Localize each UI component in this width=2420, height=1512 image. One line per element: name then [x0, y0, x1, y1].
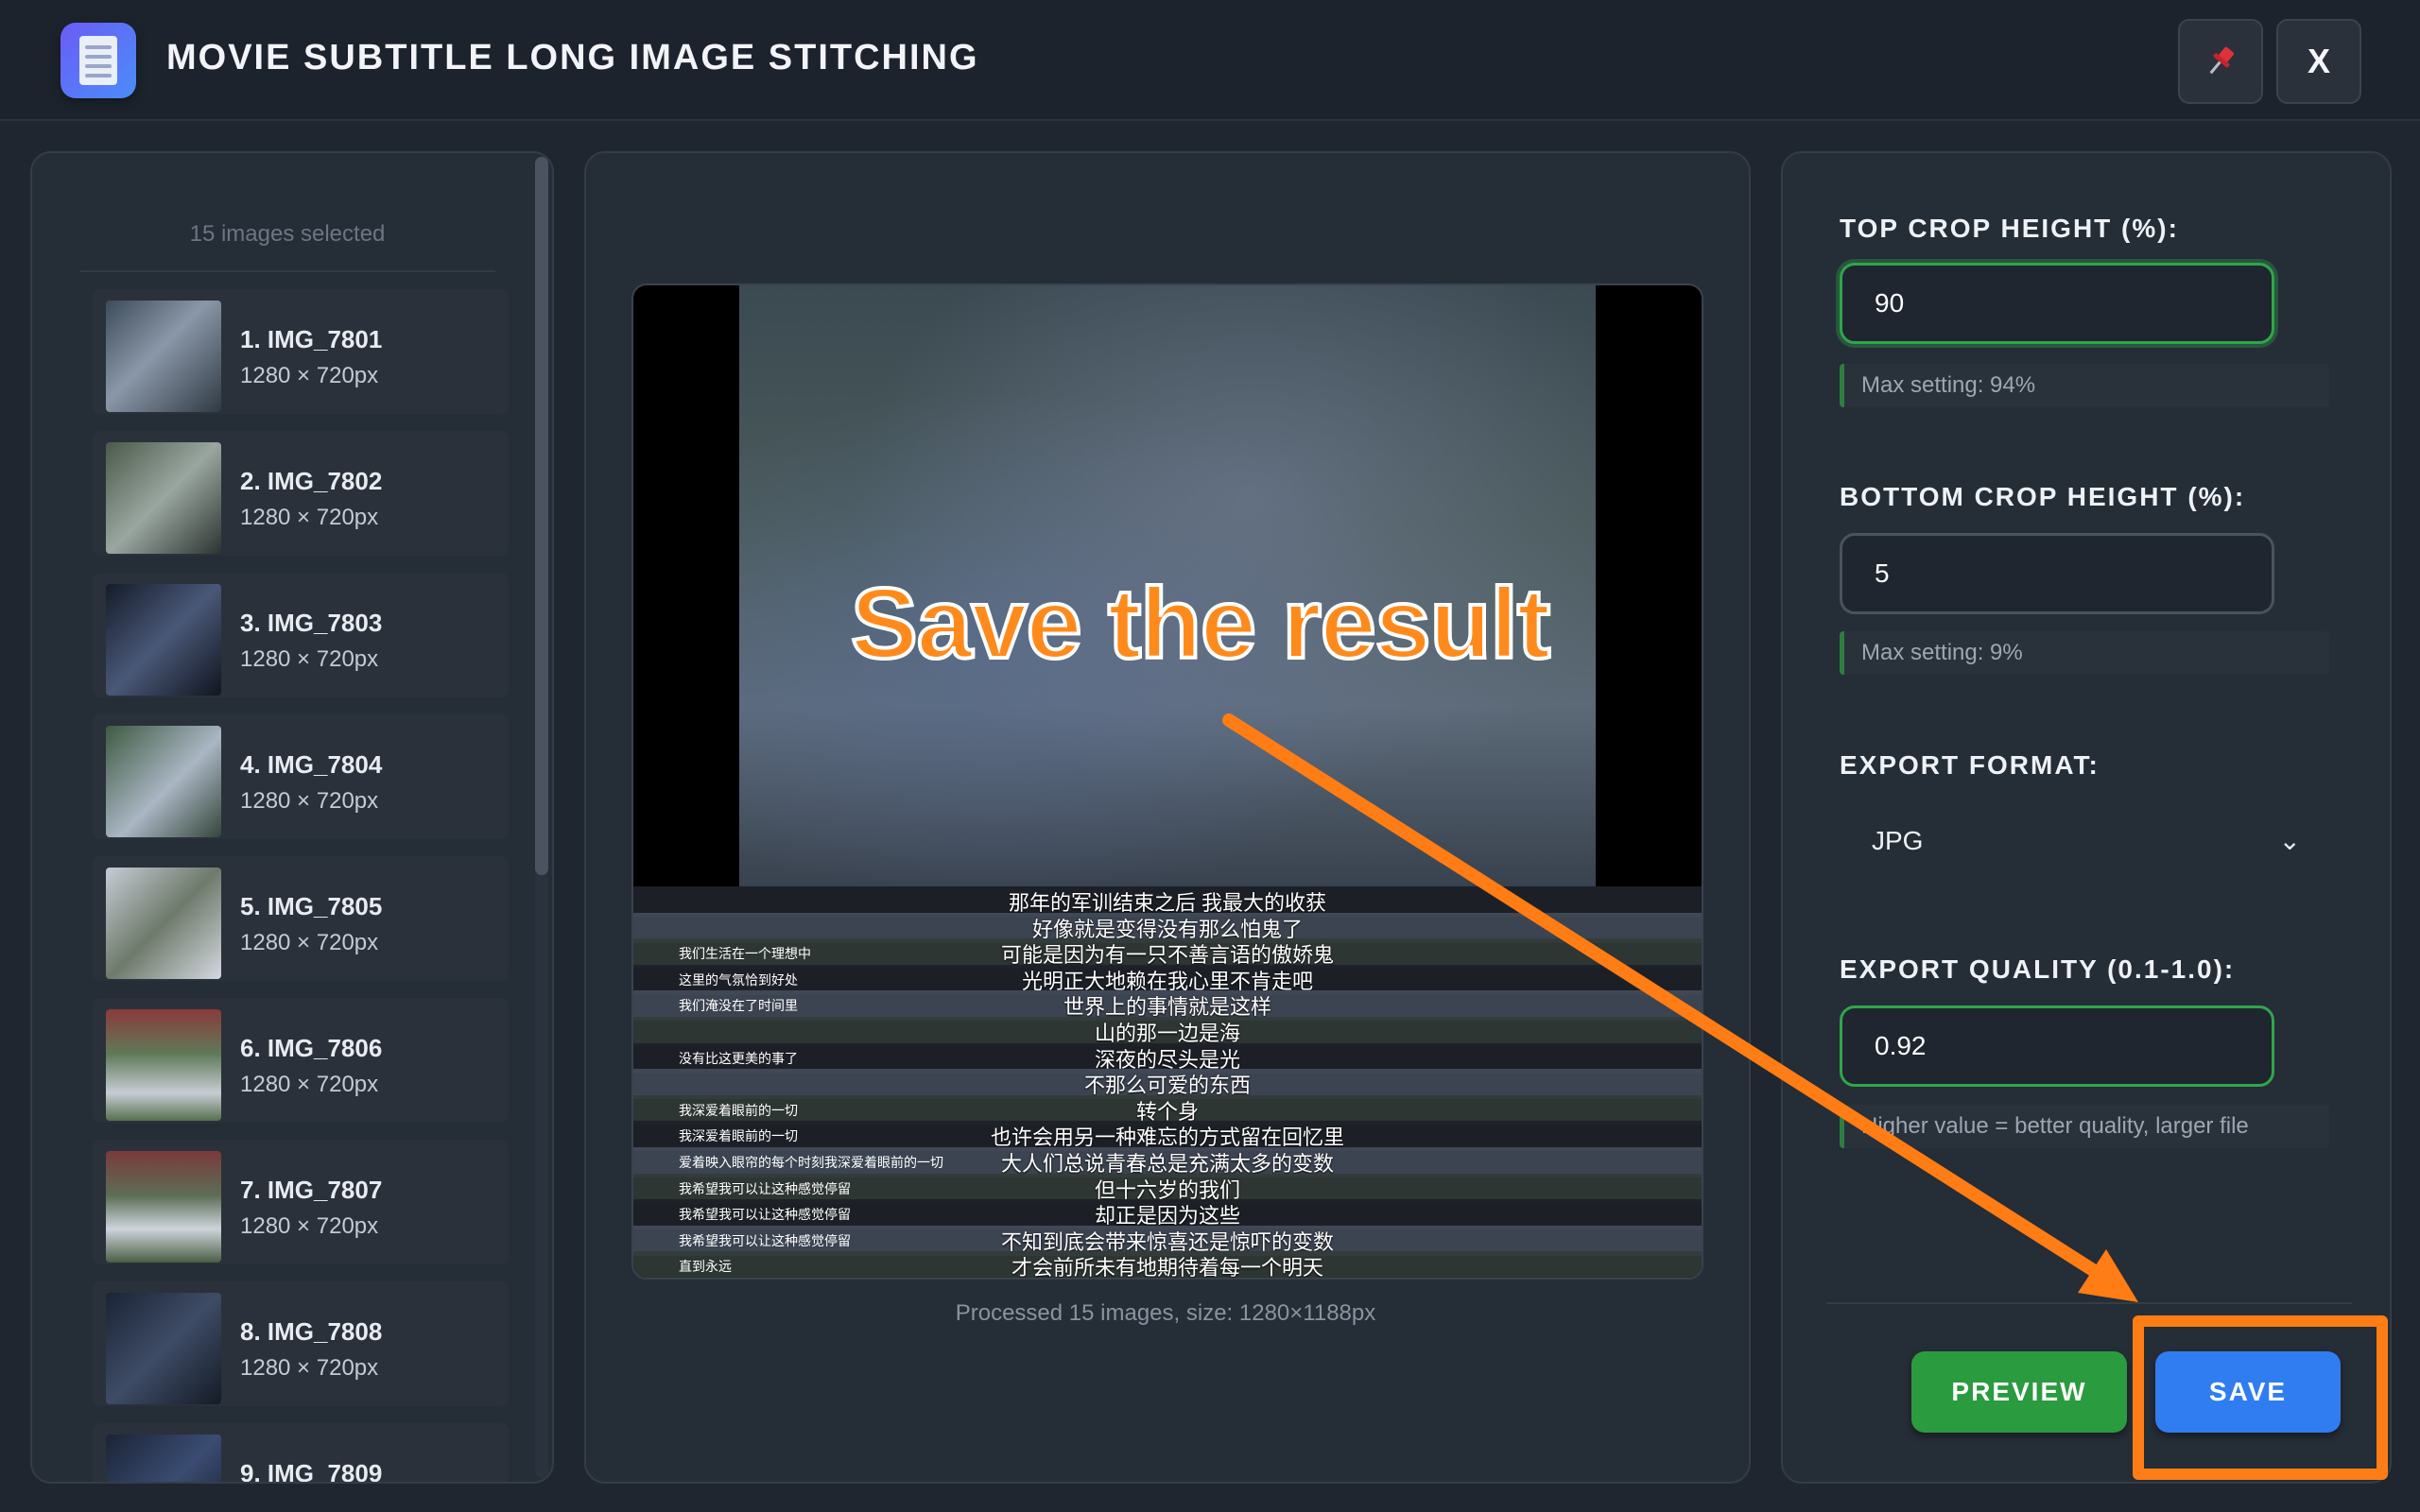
list-item[interactable]: 2. IMG_7802 1280 × 720px: [93, 431, 509, 556]
list-item[interactable]: 6. IMG_7806 1280 × 720px: [93, 998, 509, 1123]
item-name: 6. IMG_7806: [240, 1034, 383, 1062]
export-quality-label: EXPORT QUALITY (0.1-1.0):: [1840, 954, 2236, 984]
export-format-label: EXPORT FORMAT:: [1840, 750, 2100, 780]
thumbnail: [106, 1435, 221, 1482]
top-crop-input[interactable]: 90: [1840, 263, 2274, 344]
processed-status: Processed 15 images, size: 1280×1188px: [955, 1300, 1376, 1326]
thumbnail: [106, 301, 221, 412]
subtitle-text: 才会前所未有地期待着每一个明天: [1011, 1256, 1323, 1280]
divider: [1826, 1302, 2352, 1304]
list-item[interactable]: 3. IMG_7803 1280 × 720px: [93, 573, 509, 697]
thumbnail: [106, 1293, 221, 1404]
chevron-down-icon: ⌄: [2278, 826, 2301, 855]
top-crop-hint: Max setting: 94%: [1840, 364, 2329, 407]
export-quality-input[interactable]: 0.92: [1840, 1005, 2274, 1087]
app-icon: [60, 23, 136, 98]
item-size: 1280 × 720px: [240, 363, 379, 388]
item-size: 1280 × 720px: [240, 505, 379, 530]
item-size: 1280 × 720px: [240, 930, 379, 955]
close-button[interactable]: X: [2276, 19, 2361, 104]
annotation-highlight-box: [2133, 1315, 2388, 1480]
item-name: 7. IMG_7807: [240, 1176, 383, 1204]
top-crop-label: TOP CROP HEIGHT (%):: [1840, 214, 2179, 243]
item-size: 1280 × 720px: [240, 1355, 379, 1381]
export-format-select[interactable]: JPG ⌄: [1840, 811, 2329, 871]
subtitle-strips: 那年的军训结束之后 我最大的收获 好像就是变得没有那么怕鬼了 我们生活在一个理想中可…: [633, 886, 1702, 1278]
export-quality-hint: Higher value = better quality, larger fi…: [1840, 1105, 2329, 1148]
export-format-value: JPG: [1872, 826, 1924, 855]
list-item[interactable]: 7. IMG_7807 1280 × 720px: [93, 1140, 509, 1264]
item-name: 4. IMG_7804: [240, 750, 383, 779]
bottom-crop-hint: Max setting: 9%: [1840, 631, 2329, 675]
selected-count: 15 images selected: [189, 221, 386, 247]
image-list-panel: 15 images selected 1. IMG_7801 1280 × 72…: [30, 151, 554, 1484]
pin-button[interactable]: [2178, 19, 2263, 104]
app-title: MOVIE SUBTITLE LONG IMAGE STITCHING: [166, 38, 979, 77]
item-size: 1280 × 720px: [240, 788, 379, 814]
item-name: 2. IMG_7802: [240, 467, 383, 495]
list-item[interactable]: 8. IMG_7808 1280 × 720px: [93, 1281, 509, 1406]
item-name: 3. IMG_7803: [240, 609, 383, 637]
bottom-crop-input[interactable]: 5: [1840, 533, 2274, 614]
preview-button[interactable]: PREVIEW: [1911, 1351, 2127, 1433]
title-bar: MOVIE SUBTITLE LONG IMAGE STITCHING X: [0, 0, 2420, 121]
item-name: 9. IMG_7809: [240, 1459, 383, 1484]
list-item[interactable]: 5. IMG_7805 1280 × 720px: [93, 856, 509, 981]
thumbnail: [106, 1151, 221, 1263]
item-size: 1280 × 720px: [240, 1213, 379, 1239]
list-item[interactable]: 1. IMG_7801 1280 × 720px: [93, 289, 509, 414]
item-size: 1280 × 720px: [240, 1072, 379, 1097]
item-name: 1. IMG_7801: [240, 325, 383, 353]
thumbnail: [106, 1009, 221, 1121]
item-name: 8. IMG_7808: [240, 1317, 383, 1346]
thumbnail: [106, 442, 221, 554]
divider: [79, 270, 495, 272]
scrollbar-thumb[interactable]: [535, 157, 548, 875]
item-name: 5. IMG_7805: [240, 892, 383, 920]
thumbnail: [106, 726, 221, 837]
thumbnail: [106, 584, 221, 696]
list-item[interactable]: 4. IMG_7804 1280 × 720px: [93, 714, 509, 839]
annotation-text: Save the result: [849, 566, 1552, 681]
bottom-crop-label: BOTTOM CROP HEIGHT (%):: [1840, 482, 2246, 511]
item-size: 1280 × 720px: [240, 646, 379, 672]
pin-icon: [2209, 46, 2235, 75]
list-item[interactable]: 9. IMG_7809: [93, 1423, 509, 1484]
thumbnail: [106, 868, 221, 979]
stitched-image-preview: 那年的军训结束之后 我最大的收获 好像就是变得没有那么怕鬼了 我们生活在一个理想中可…: [631, 284, 1703, 1280]
subtitle-strip: 直到永远 才会前所未有地期待着每一个明天: [633, 1251, 1702, 1280]
